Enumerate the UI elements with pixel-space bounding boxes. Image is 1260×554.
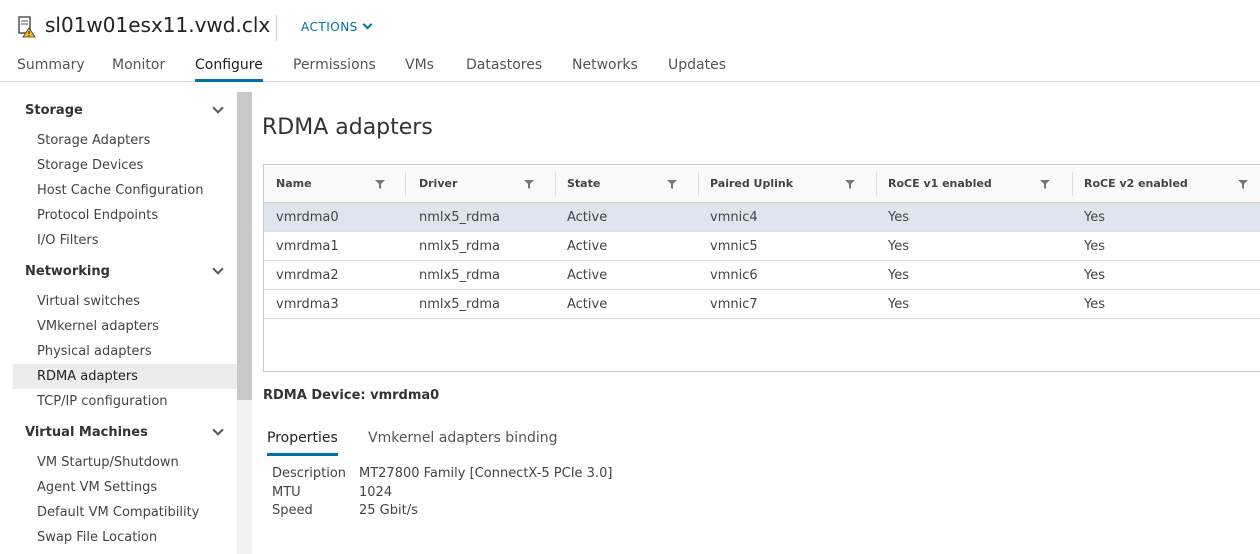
- cell-name: vmrdma2: [276, 268, 339, 283]
- cell-driver: nmlx5_rdma: [419, 210, 500, 225]
- chevron-down-icon[interactable]: [212, 102, 224, 114]
- sidebar-item-io-filters[interactable]: I/O Filters: [13, 228, 237, 253]
- cell-roce-v2: Yes: [1084, 239, 1105, 254]
- sidebar-item-storage-devices[interactable]: Storage Devices: [13, 153, 237, 178]
- property-key-mtu: MTU: [272, 485, 301, 500]
- cell-paired-uplink: vmnic5: [710, 239, 758, 254]
- chevron-down-icon[interactable]: [212, 263, 224, 275]
- tab-configure[interactable]: Configure: [195, 57, 263, 82]
- sidebar-item-swap-file-location[interactable]: Swap File Location: [13, 525, 237, 550]
- actions-label: ACTIONS: [301, 20, 358, 34]
- rdma-device-label: RDMA Device: vmrdma0: [263, 388, 440, 403]
- sidebar-item-storage-adapters[interactable]: Storage Adapters: [13, 128, 237, 153]
- table-row[interactable]: vmrdma2 nmlx5_rdma Active vmnic6 Yes Yes: [264, 261, 1260, 290]
- filter-icon[interactable]: [375, 180, 385, 189]
- title-divider: [276, 15, 277, 41]
- sidebar-group-storage[interactable]: Storage: [25, 103, 83, 118]
- tab-networks[interactable]: Networks: [572, 57, 638, 82]
- column-divider[interactable]: [405, 172, 406, 196]
- sidebar-item-host-cache-configuration[interactable]: Host Cache Configuration: [13, 178, 237, 203]
- property-value-speed: 25 Gbit/s: [359, 503, 418, 518]
- cell-paired-uplink: vmnic6: [710, 268, 758, 283]
- sidebar-item-agent-vm-settings[interactable]: Agent VM Settings: [13, 475, 237, 500]
- actions-menu-button[interactable]: ACTIONS: [301, 19, 373, 34]
- tab-monitor[interactable]: Monitor: [112, 57, 165, 82]
- tab-properties[interactable]: Properties: [267, 430, 338, 456]
- filter-icon[interactable]: [845, 180, 855, 189]
- object-header: sl01w01esx11.vwd.clx ACTIONS Summary Mon…: [0, 0, 1260, 82]
- filter-icon[interactable]: [1040, 180, 1050, 189]
- cell-state: Active: [567, 239, 608, 254]
- cell-state: Active: [567, 210, 608, 225]
- property-key-description: Description: [272, 466, 347, 481]
- cell-roce-v2: Yes: [1084, 268, 1105, 283]
- tab-updates[interactable]: Updates: [668, 57, 726, 82]
- sidebar-item-default-vm-compatibility[interactable]: Default VM Compatibility: [13, 500, 237, 525]
- cell-driver: nmlx5_rdma: [419, 268, 500, 283]
- sidebar-item-rdma-adapters[interactable]: RDMA adapters: [13, 364, 237, 389]
- tab-permissions[interactable]: Permissions: [293, 57, 376, 82]
- grid-header: Name Driver State Paired Uplink RoCE v1 …: [264, 165, 1260, 203]
- sidebar-group-virtual-machines[interactable]: Virtual Machines: [25, 425, 148, 440]
- cell-roce-v1: Yes: [888, 268, 909, 283]
- tab-datastores[interactable]: Datastores: [466, 57, 542, 82]
- property-value-description: MT27800 Family [ConnectX-5 PCIe 3.0]: [359, 466, 613, 481]
- tab-vms[interactable]: VMs: [405, 57, 434, 82]
- sidebar-item-tcpip-configuration[interactable]: TCP/IP configuration: [13, 389, 237, 414]
- sidebar-item-vmkernel-adapters[interactable]: VMkernel adapters: [13, 314, 237, 339]
- cell-state: Active: [567, 268, 608, 283]
- cell-paired-uplink: vmnic4: [710, 210, 758, 225]
- tab-summary[interactable]: Summary: [17, 57, 85, 82]
- chevron-down-icon[interactable]: [212, 424, 224, 436]
- property-key-speed: Speed: [272, 503, 313, 518]
- rdma-adapters-grid: Name Driver State Paired Uplink RoCE v1 …: [263, 164, 1260, 372]
- chevron-down-icon: [362, 19, 373, 30]
- detail-tabs: Properties Vmkernel adapters binding: [263, 430, 1260, 456]
- filter-icon[interactable]: [524, 180, 534, 189]
- cell-name: vmrdma1: [276, 239, 339, 254]
- cell-roce-v1: Yes: [888, 210, 909, 225]
- tab-vmkernel-adapters-binding[interactable]: Vmkernel adapters binding: [368, 430, 558, 456]
- table-row[interactable]: vmrdma1 nmlx5_rdma Active vmnic5 Yes Yes: [264, 232, 1260, 261]
- cell-roce-v2: Yes: [1084, 297, 1105, 312]
- host-title: sl01w01esx11.vwd.clx: [45, 13, 271, 37]
- filter-icon[interactable]: [1238, 180, 1248, 189]
- cell-driver: nmlx5_rdma: [419, 297, 500, 312]
- cell-state: Active: [567, 297, 608, 312]
- property-value-mtu: 1024: [359, 485, 393, 500]
- sidebar-scrollbar-thumb[interactable]: [237, 92, 252, 400]
- sidebar-item-vm-startup-shutdown[interactable]: VM Startup/Shutdown: [13, 450, 237, 475]
- cell-roce-v2: Yes: [1084, 210, 1105, 225]
- cell-roce-v1: Yes: [888, 297, 909, 312]
- configure-sidebar: Storage Storage Adapters Storage Devices…: [0, 92, 252, 554]
- page-title: RDMA adapters: [262, 115, 433, 140]
- table-row[interactable]: vmrdma0 nmlx5_rdma Active vmnic4 Yes Yes: [264, 203, 1260, 232]
- cell-name: vmrdma3: [276, 297, 339, 312]
- cell-name: vmrdma0: [276, 210, 339, 225]
- sidebar-item-protocol-endpoints[interactable]: Protocol Endpoints: [13, 203, 237, 228]
- sidebar-item-physical-adapters[interactable]: Physical adapters: [13, 339, 237, 364]
- table-row[interactable]: vmrdma3 nmlx5_rdma Active vmnic7 Yes Yes: [264, 290, 1260, 319]
- filter-icon[interactable]: [667, 180, 677, 189]
- sidebar-group-networking[interactable]: Networking: [25, 264, 110, 279]
- column-header-roce-v2[interactable]: RoCE v2 enabled: [1072, 165, 1260, 203]
- sidebar-item-virtual-switches[interactable]: Virtual switches: [13, 289, 237, 314]
- cell-driver: nmlx5_rdma: [419, 239, 500, 254]
- cell-roce-v1: Yes: [888, 239, 909, 254]
- host-warning-icon: [18, 16, 36, 38]
- cell-paired-uplink: vmnic7: [710, 297, 758, 312]
